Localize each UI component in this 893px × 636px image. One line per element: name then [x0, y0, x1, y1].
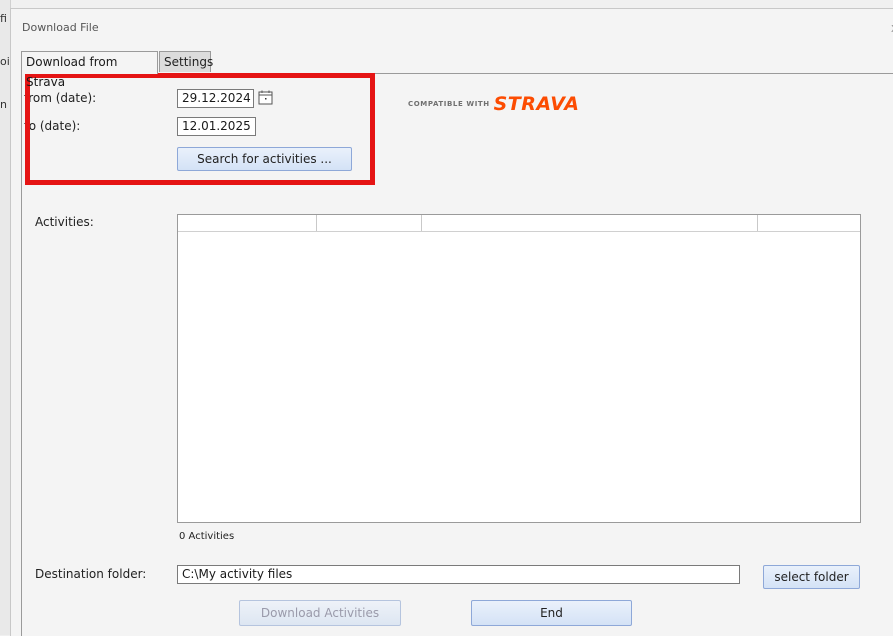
- strava-compatible-logo: COMPATIBLE WITH STRAVA: [408, 93, 579, 115]
- column-separator[interactable]: [316, 215, 317, 231]
- select-folder-button[interactable]: select folder: [763, 565, 860, 589]
- background-text-fragment: n: [0, 98, 7, 111]
- column-separator[interactable]: [757, 215, 758, 231]
- window-title: Download File: [22, 21, 99, 34]
- destination-folder-label: Destination folder:: [35, 567, 147, 581]
- destination-folder-field[interactable]: C:\My activity files: [177, 565, 740, 584]
- strava-wordmark: STRAVA: [493, 93, 580, 115]
- compatible-with-text: COMPATIBLE WITH: [408, 100, 490, 108]
- tab-panel-border: [21, 73, 22, 636]
- activities-list[interactable]: [177, 214, 861, 523]
- highlight-box: [25, 73, 375, 185]
- activities-label: Activities:: [35, 215, 94, 229]
- download-file-dialog: Download File x Download from Strava Set…: [10, 8, 893, 636]
- download-activities-button[interactable]: Download Activities: [239, 600, 401, 626]
- tab-download-from-strava[interactable]: Download from Strava: [21, 51, 158, 89]
- background-text-fragment: fi: [0, 12, 7, 25]
- tab-settings[interactable]: Settings: [159, 51, 213, 72]
- activities-count: 0 Activities: [179, 531, 235, 542]
- end-button[interactable]: End: [471, 600, 632, 626]
- activities-list-header: [178, 215, 860, 232]
- column-separator[interactable]: [421, 215, 422, 231]
- background-text-fragment: oi: [0, 55, 10, 68]
